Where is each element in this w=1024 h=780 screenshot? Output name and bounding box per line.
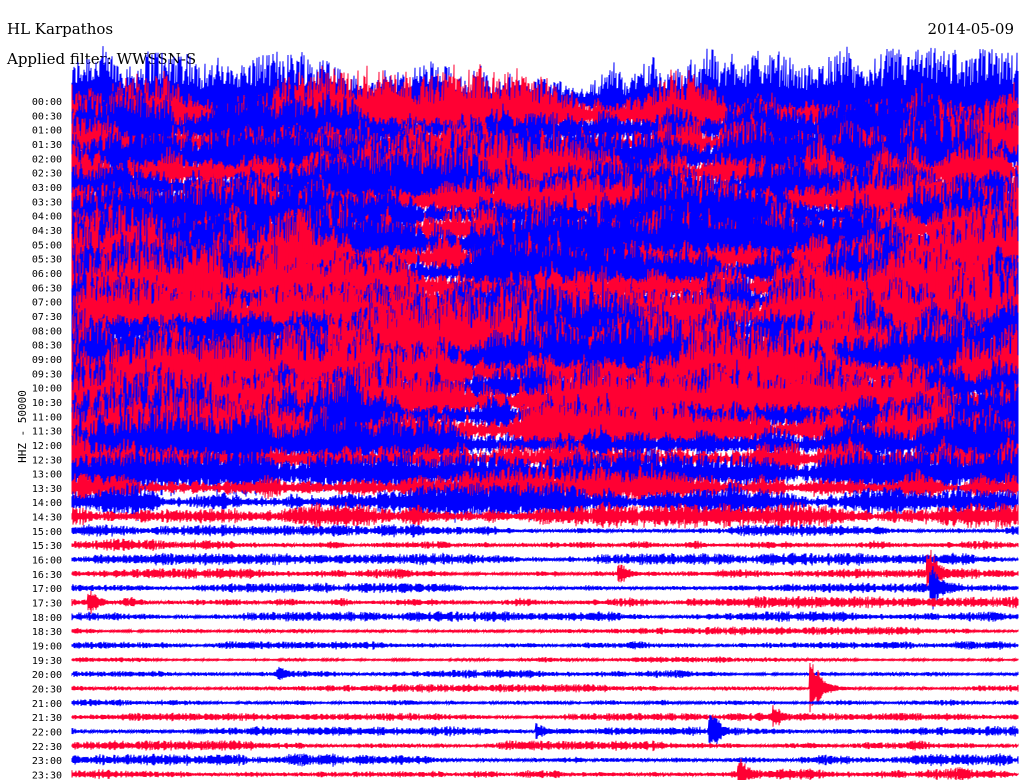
time-tick-label: 06:30	[32, 283, 62, 294]
time-tick-label: 02:30	[32, 169, 62, 180]
time-tick-label: 07:00	[32, 298, 62, 309]
time-tick-label: 03:00	[32, 183, 62, 194]
time-tick-label: 08:30	[32, 341, 62, 352]
time-tick-label: 18:00	[32, 613, 62, 624]
trace-1830	[71, 626, 1019, 636]
trace-1500	[71, 524, 1019, 538]
time-tick-label: 05:00	[32, 240, 62, 251]
time-tick-label: 15:00	[32, 527, 62, 538]
time-tick-label: 18:30	[32, 627, 62, 638]
time-tick-label: 06:00	[32, 269, 62, 280]
time-tick-label: 09:00	[32, 355, 62, 366]
time-tick-label: 19:00	[32, 642, 62, 653]
trace-2300	[71, 753, 1019, 767]
trace-2000	[71, 666, 1019, 681]
time-tick-label: 17:00	[32, 584, 62, 595]
time-tick-label: 00:00	[32, 97, 62, 108]
time-tick-label: 12:30	[32, 455, 62, 466]
time-tick-label: 13:00	[32, 470, 62, 481]
time-tick-label: 10:00	[32, 384, 62, 395]
time-tick-label: 05:30	[32, 255, 62, 266]
time-tick-label: 13:30	[32, 484, 62, 495]
time-tick-label: 10:30	[32, 398, 62, 409]
trace-1600	[71, 552, 1019, 566]
time-tick-label: 02:00	[32, 154, 62, 165]
trace-1530	[71, 538, 1019, 552]
time-tick-label: 08:00	[32, 326, 62, 337]
time-tick-label: 15:30	[32, 541, 62, 552]
time-tick-label: 01:30	[32, 140, 62, 151]
time-tick-label: 17:30	[32, 599, 62, 610]
time-tick-label: 22:30	[32, 742, 62, 753]
time-tick-label: 19:30	[32, 656, 62, 667]
trace-1900	[71, 641, 1019, 650]
time-tick-label: 07:30	[32, 312, 62, 323]
time-tick-label: 21:30	[32, 713, 62, 724]
trace-2130	[71, 705, 1019, 727]
trace-1930	[71, 656, 1019, 664]
trace-2230	[71, 740, 1019, 752]
trace-1800	[71, 611, 1019, 623]
trace-2100	[71, 699, 1019, 707]
time-tick-label: 11:30	[32, 427, 62, 438]
time-tick-label: 23:00	[32, 756, 62, 767]
time-tick-label: 04:30	[32, 226, 62, 237]
time-tick-label: 01:00	[32, 126, 62, 137]
time-tick-label: 16:00	[32, 556, 62, 567]
helicorder: HL Karpathos 2014-05-09 00:00 00:30 01:00 0…	[0, 0, 1024, 780]
seismogram-plot: 00:00 00:30 01:00 01:30 02:00 02:30 03:00 03:30…	[32, 46, 1019, 780]
time-tick-label: 14:30	[32, 513, 62, 524]
time-tick-label: 16:30	[32, 570, 62, 581]
time-tick-label: 20:00	[32, 670, 62, 681]
time-tick-label: 14:00	[32, 498, 62, 509]
trace-1730	[71, 590, 1019, 614]
time-tick-label: 09:30	[32, 369, 62, 380]
time-tick-label: 12:00	[32, 441, 62, 452]
time-tick-label: 03:30	[32, 197, 62, 208]
time-tick-label: 00:30	[32, 111, 62, 122]
time-tick-label: 21:00	[32, 699, 62, 710]
time-tick-label: 22:00	[32, 728, 62, 739]
time-tick-label: 11:00	[32, 412, 62, 423]
trace-2030	[71, 662, 1019, 713]
time-tick-label: 23:30	[32, 771, 62, 780]
time-tick-label: 20:30	[32, 685, 62, 696]
time-tick-label: 04:00	[32, 212, 62, 223]
